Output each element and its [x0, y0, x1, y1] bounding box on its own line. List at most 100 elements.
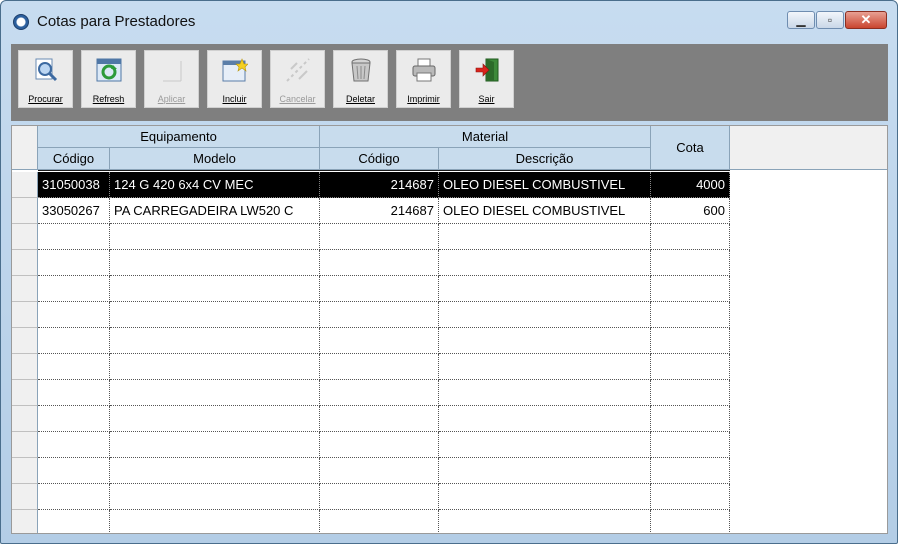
cell-mat-descricao[interactable]: OLEO DIESEL COMBUSTIVEL — [439, 172, 651, 198]
cell-cota[interactable] — [651, 250, 730, 276]
cell-eq-modelo[interactable]: 124 G 420 6x4 CV MEC — [110, 172, 320, 198]
cell-cota[interactable] — [651, 224, 730, 250]
cell-eq-modelo[interactable] — [110, 302, 320, 328]
empty-table-row[interactable] — [12, 484, 887, 510]
cell-mat-descricao[interactable] — [439, 276, 651, 302]
sair-button[interactable]: Sair — [459, 50, 514, 108]
cell-mat-descricao[interactable] — [439, 432, 651, 458]
cell-cota[interactable] — [651, 458, 730, 484]
cancelar-button[interactable]: Cancelar — [270, 50, 325, 108]
cell-eq-codigo[interactable] — [38, 328, 110, 354]
cell-mat-codigo[interactable] — [320, 276, 439, 302]
cell-cota[interactable] — [651, 510, 730, 533]
row-header[interactable] — [12, 458, 38, 484]
table-row[interactable]: 33050267 PA CARREGADEIRA LW520 C 214687 OLE… — [12, 198, 887, 224]
cell-mat-descricao[interactable] — [439, 458, 651, 484]
empty-table-row[interactable] — [12, 432, 887, 458]
row-header[interactable] — [12, 510, 38, 533]
cell-eq-modelo[interactable] — [110, 328, 320, 354]
cell-mat-descricao[interactable] — [439, 354, 651, 380]
column-header-mat-descricao[interactable]: Descrição — [439, 148, 651, 170]
row-header[interactable] — [12, 432, 38, 458]
imprimir-button[interactable]: Imprimir — [396, 50, 451, 108]
cell-cota[interactable] — [651, 406, 730, 432]
cell-cota[interactable] — [651, 328, 730, 354]
cell-mat-codigo[interactable]: 214687 — [320, 172, 439, 198]
cell-mat-codigo[interactable] — [320, 250, 439, 276]
cell-mat-descricao[interactable] — [439, 406, 651, 432]
title-bar[interactable]: Cotas para Prestadores ▁ ▫ ✕ — [1, 1, 897, 37]
cell-cota[interactable] — [651, 380, 730, 406]
cell-mat-descricao[interactable] — [439, 302, 651, 328]
row-header[interactable] — [12, 250, 38, 276]
cell-eq-modelo[interactable] — [110, 458, 320, 484]
empty-table-row[interactable] — [12, 406, 887, 432]
cell-eq-codigo[interactable] — [38, 354, 110, 380]
cell-eq-codigo[interactable]: 33050267 — [38, 198, 110, 224]
cell-mat-descricao[interactable] — [439, 510, 651, 533]
cell-cota[interactable] — [651, 484, 730, 510]
cell-eq-codigo[interactable] — [38, 510, 110, 533]
refresh-button[interactable]: Refresh — [81, 50, 136, 108]
cell-eq-codigo[interactable] — [38, 484, 110, 510]
column-header-eq-codigo[interactable]: Código — [38, 148, 110, 170]
cell-mat-codigo[interactable] — [320, 354, 439, 380]
cell-mat-codigo[interactable] — [320, 406, 439, 432]
cell-eq-modelo[interactable]: PA CARREGADEIRA LW520 C — [110, 198, 320, 224]
cell-mat-descricao[interactable]: OLEO DIESEL COMBUSTIVEL — [439, 198, 651, 224]
empty-table-row[interactable] — [12, 354, 887, 380]
cell-eq-codigo[interactable] — [38, 432, 110, 458]
cell-eq-modelo[interactable] — [110, 510, 320, 533]
cell-eq-codigo[interactable] — [38, 380, 110, 406]
cell-eq-codigo[interactable] — [38, 276, 110, 302]
empty-table-row[interactable] — [12, 510, 887, 533]
deletar-button[interactable]: Deletar — [333, 50, 388, 108]
row-header[interactable] — [12, 354, 38, 380]
row-header[interactable] — [12, 224, 38, 250]
cell-eq-codigo[interactable]: 31050038 — [38, 172, 110, 198]
cell-mat-descricao[interactable] — [439, 328, 651, 354]
column-header-cota[interactable]: Cota — [651, 126, 730, 170]
minimize-button[interactable]: ▁ — [787, 11, 815, 29]
cell-mat-codigo[interactable] — [320, 380, 439, 406]
cell-mat-descricao[interactable] — [439, 224, 651, 250]
cell-mat-descricao[interactable] — [439, 250, 651, 276]
empty-table-row[interactable] — [12, 302, 887, 328]
row-header[interactable] — [12, 198, 38, 224]
empty-table-row[interactable] — [12, 224, 887, 250]
data-grid[interactable]: Equipamento Material Cota Código Modelo … — [11, 125, 888, 534]
empty-table-row[interactable] — [12, 458, 887, 484]
cell-eq-modelo[interactable] — [110, 484, 320, 510]
cell-mat-codigo[interactable] — [320, 484, 439, 510]
row-header[interactable] — [12, 380, 38, 406]
cell-eq-modelo[interactable] — [110, 250, 320, 276]
cell-mat-codigo[interactable] — [320, 224, 439, 250]
cell-eq-modelo[interactable] — [110, 406, 320, 432]
procurar-button[interactable]: Procurar — [18, 50, 73, 108]
cell-eq-modelo[interactable] — [110, 354, 320, 380]
cell-cota[interactable] — [651, 302, 730, 328]
cell-mat-codigo[interactable] — [320, 302, 439, 328]
cell-eq-codigo[interactable] — [38, 224, 110, 250]
row-header[interactable] — [12, 276, 38, 302]
cell-mat-descricao[interactable] — [439, 484, 651, 510]
cell-eq-codigo[interactable] — [38, 406, 110, 432]
empty-table-row[interactable] — [12, 250, 887, 276]
column-header-eq-modelo[interactable]: Modelo — [110, 148, 320, 170]
cell-mat-codigo[interactable] — [320, 328, 439, 354]
maximize-button[interactable]: ▫ — [816, 11, 844, 29]
row-header[interactable] — [12, 406, 38, 432]
table-row[interactable]: 31050038 124 G 420 6x4 CV MEC 214687 OLEO D… — [12, 172, 887, 198]
cell-mat-codigo[interactable] — [320, 458, 439, 484]
cell-cota[interactable]: 600 — [651, 198, 730, 224]
empty-table-row[interactable] — [12, 328, 887, 354]
incluir-button[interactable]: Incluir — [207, 50, 262, 108]
cell-eq-codigo[interactable] — [38, 250, 110, 276]
row-header[interactable] — [12, 172, 38, 198]
row-header[interactable] — [12, 484, 38, 510]
cell-cota[interactable]: 4000 — [651, 172, 730, 198]
row-header[interactable] — [12, 328, 38, 354]
cell-cota[interactable] — [651, 276, 730, 302]
empty-table-row[interactable] — [12, 276, 887, 302]
cell-mat-codigo[interactable] — [320, 510, 439, 533]
